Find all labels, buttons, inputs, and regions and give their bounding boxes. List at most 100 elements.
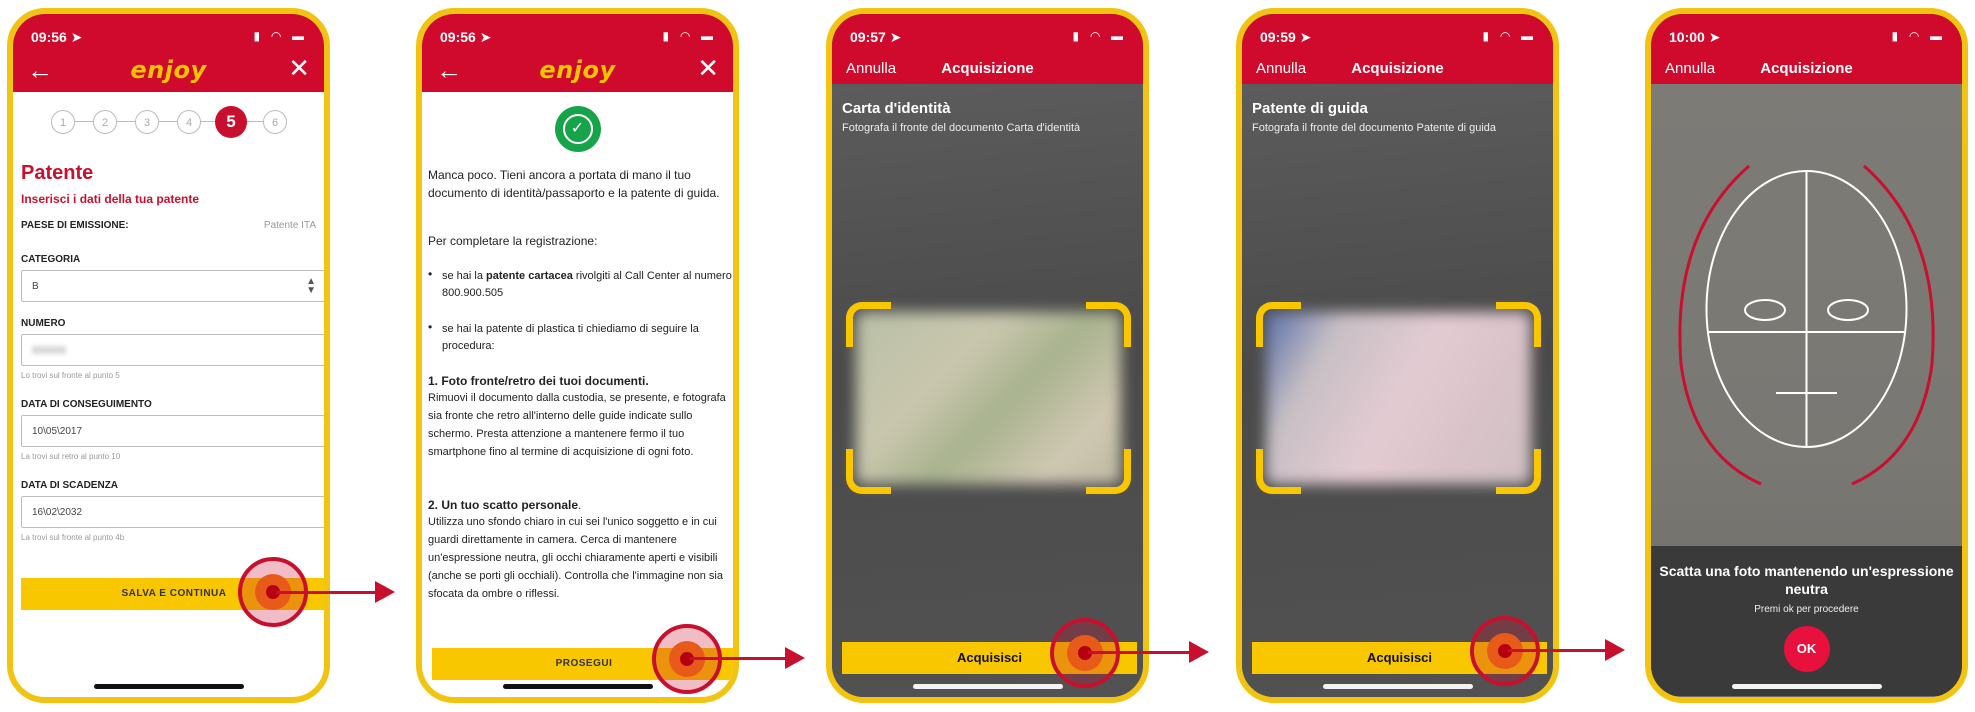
screen-title: Acquisizione xyxy=(941,60,1034,77)
phone-screen-instructions: 09:56 ➤ ▮ ◠ ▬ ← enjoy ✕ ✓ Manca poco. Ti… xyxy=(416,8,739,703)
phone-screen-id-capture: 09:57 ➤ ▮ ◠ ▬ Annulla Acquisizione Carta… xyxy=(826,8,1149,703)
guide-corner xyxy=(1496,302,1541,347)
time-text: 09:56 xyxy=(440,29,476,45)
guide-corner xyxy=(1256,302,1301,347)
flow-arrow-head-icon xyxy=(785,647,805,669)
bullet1-prefix: se hai la xyxy=(442,270,487,282)
status-bar: 09:56 ➤ ▮ ◠ ▬ xyxy=(13,14,324,58)
select-arrows-icon: ▲ ▼ xyxy=(306,276,316,296)
blurred-license-card-image xyxy=(1266,312,1531,484)
bullet-plastic-license: se hai la patente di plastica ti chiedia… xyxy=(442,323,699,352)
success-check-icon: ✓ xyxy=(554,106,601,152)
back-arrow-icon[interactable]: ← xyxy=(27,57,53,83)
category-select[interactable]: B ▲ ▼ xyxy=(21,270,324,302)
location-arrow-icon: ➤ xyxy=(479,29,492,45)
flow-arrow-line xyxy=(1088,651,1190,654)
expiry-date-hint: La trovi sul fronte al punto 4b xyxy=(21,533,125,542)
document-type-label: Patente di guida xyxy=(1252,100,1368,117)
signal-wifi-battery-icons: ▮ ◠ ▬ xyxy=(1072,29,1127,43)
complete-label: Per completare la registrazione: xyxy=(428,234,598,248)
close-icon[interactable]: ✕ xyxy=(697,55,719,81)
intro-text: Manca poco. Tieni ancora a portata di ma… xyxy=(428,168,720,200)
category-label: CATEGORIA xyxy=(21,254,81,265)
status-bar: 09:56 ➤ ▮ ◠ ▬ xyxy=(422,14,733,58)
section1-text: Rimuovi il documento dalla custodia, se … xyxy=(428,392,726,458)
status-time: 09:57 ➤ xyxy=(850,29,901,46)
section2-title-text: 2. Un tuo scatto personale xyxy=(428,498,579,512)
status-time: 09:56 ➤ xyxy=(440,29,491,46)
signal-wifi-battery-icons: ▮ ◠ ▬ xyxy=(1891,29,1946,43)
cancel-button[interactable]: Annulla xyxy=(1665,60,1715,77)
expiry-date-input[interactable]: 16\02\2032 xyxy=(21,496,324,528)
face-guide-left-arc xyxy=(1678,164,1762,486)
right-eye-guide xyxy=(1827,299,1869,321)
flow-arrow-line xyxy=(690,657,786,660)
issue-date-input[interactable]: 10\05\2017 xyxy=(21,415,324,447)
ok-button[interactable]: OK xyxy=(1783,626,1830,672)
flow-arrow-line xyxy=(276,591,376,594)
left-eye-guide xyxy=(1744,299,1786,321)
location-arrow-icon: ➤ xyxy=(1299,29,1312,45)
document-type-label: Carta d'identità xyxy=(842,100,951,117)
guide-corner xyxy=(1086,302,1131,347)
face-guide-overlay xyxy=(1678,164,1935,486)
status-bar: 09:57 ➤ ▮ ◠ ▬ xyxy=(832,14,1143,58)
cancel-button[interactable]: Annulla xyxy=(1256,60,1306,77)
status-bar: 09:59 ➤ ▮ ◠ ▬ xyxy=(1242,14,1553,58)
location-arrow-icon: ➤ xyxy=(1708,29,1721,45)
issue-date-value: 10\05\2017 xyxy=(32,426,83,437)
step-4: 4 xyxy=(177,110,201,134)
step-indicator: 1 2 3 4 5 6 xyxy=(51,106,291,138)
number-hint: Lo trovi sul fronte al punto 5 xyxy=(21,371,120,380)
instruction-panel: Scatta una foto mantenendo un'espression… xyxy=(1651,546,1962,696)
phone-screen-selfie-capture: 10:00 ➤ ▮ ◠ ▬ Annulla Acquisizione Scatt… xyxy=(1645,8,1968,703)
category-value: B xyxy=(32,281,39,292)
signal-wifi-battery-icons: ▮ ◠ ▬ xyxy=(1482,29,1537,43)
close-icon[interactable]: ✕ xyxy=(288,55,310,81)
card-guide-frame xyxy=(1256,302,1541,494)
document-instruction: Fotografa il fronte del documento Carta … xyxy=(842,122,1081,134)
step-6: 6 xyxy=(263,110,287,134)
status-time: 09:56 ➤ xyxy=(31,29,82,46)
enjoy-logo: enjoy xyxy=(130,56,207,84)
time-text: 09:57 xyxy=(850,29,886,45)
page-subtitle: Inserisci i dati della tua patente xyxy=(21,192,200,206)
home-indicator xyxy=(93,684,244,689)
neutral-expression-message: Scatta una foto mantenendo un'espression… xyxy=(1659,563,1954,597)
checkmark-icon: ✓ xyxy=(562,114,593,144)
issue-date-label: DATA DI CONSEGUIMENTO xyxy=(21,399,152,410)
home-indicator xyxy=(1731,684,1882,689)
step-3: 3 xyxy=(135,110,159,134)
location-arrow-icon: ➤ xyxy=(889,29,902,45)
time-text: 10:00 xyxy=(1669,29,1705,45)
home-indicator xyxy=(502,684,653,689)
home-indicator xyxy=(1322,684,1473,689)
flow-arrow-head-icon xyxy=(1189,641,1209,663)
bullet-dot-icon: • xyxy=(428,320,433,334)
country-label: PAESE DI EMISSIONE: xyxy=(21,220,129,231)
back-arrow-icon[interactable]: ← xyxy=(436,57,462,83)
blurred-number xyxy=(32,346,66,354)
country-value: Patente ITA xyxy=(263,220,316,231)
cancel-button[interactable]: Annulla xyxy=(846,60,896,77)
time-text: 09:56 xyxy=(31,29,67,45)
card-guide-frame xyxy=(846,302,1131,494)
bullet-dot-icon: • xyxy=(428,267,433,281)
expiry-date-label: DATA DI SCADENZA xyxy=(21,480,119,491)
bullet-paper-license: se hai la patente cartacea rivolgiti al … xyxy=(442,268,732,302)
section2-title: 2. Un tuo scatto personale. xyxy=(428,498,582,512)
guide-corner xyxy=(1496,449,1541,494)
face-guide-right-arc xyxy=(1851,164,1935,486)
guide-corner xyxy=(1256,449,1301,494)
flow-arrow-head-icon xyxy=(375,581,395,603)
section2-text: Utilizza uno sfondo chiaro in cui sei l'… xyxy=(428,516,723,600)
bullet1-bold: patente cartacea xyxy=(486,270,573,282)
phone-screen-license-capture: 09:59 ➤ ▮ ◠ ▬ Annulla Acquisizione Paten… xyxy=(1236,8,1559,703)
home-indicator xyxy=(912,684,1063,689)
status-bar: 10:00 ➤ ▮ ◠ ▬ xyxy=(1651,14,1962,58)
screen-title: Acquisizione xyxy=(1351,60,1444,77)
license-number-input[interactable] xyxy=(21,334,324,366)
step-1: 1 xyxy=(51,110,75,134)
location-arrow-icon: ➤ xyxy=(70,29,83,45)
guide-corner xyxy=(846,302,891,347)
